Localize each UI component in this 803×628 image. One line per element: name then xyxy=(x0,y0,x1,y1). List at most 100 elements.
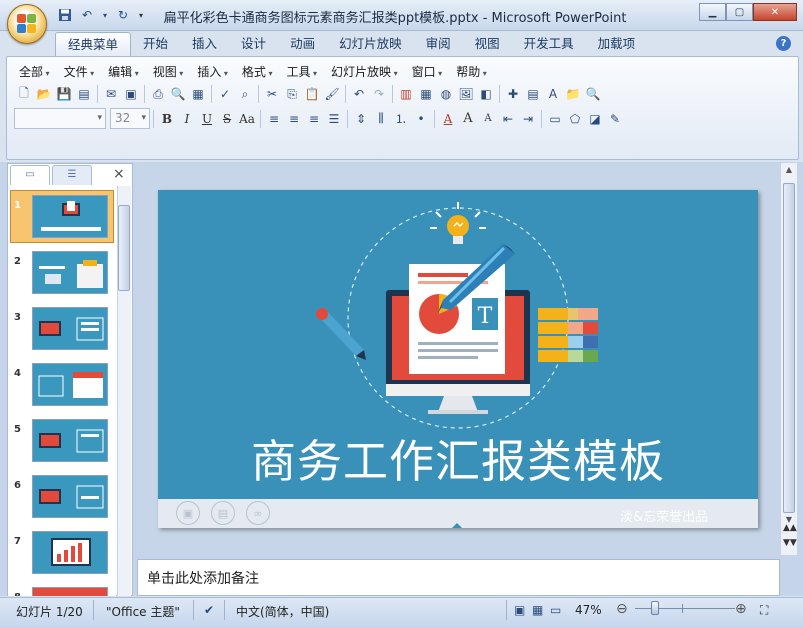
slide-sorter-icon[interactable]: ▦ xyxy=(188,84,208,104)
insert-table-icon[interactable]: ▦ xyxy=(416,84,436,104)
insert-picture-icon[interactable]: 🖼 xyxy=(456,84,476,104)
close-button[interactable]: ✕ xyxy=(753,3,797,21)
save-as-pdf-icon[interactable]: ▤ xyxy=(74,84,94,104)
menu-edit[interactable]: 编辑 xyxy=(103,63,148,83)
help-icon[interactable]: ? xyxy=(776,36,791,51)
open-folder-icon[interactable]: 📁 xyxy=(563,84,583,104)
align-left-icon[interactable]: ≡ xyxy=(264,109,284,129)
language-indicator[interactable]: 中文(简体，中国) xyxy=(236,603,329,620)
shapes-icon[interactable]: ⬠ xyxy=(565,109,585,129)
tab-addins[interactable]: 加载项 xyxy=(586,32,648,56)
shrink-font-icon[interactable]: A xyxy=(478,109,498,129)
spell-check-icon[interactable]: ✔ xyxy=(204,603,214,617)
minimize-button[interactable]: ▁ xyxy=(699,3,726,21)
customize-qat-icon[interactable]: ▾ xyxy=(136,6,146,24)
zoom-slider-thumb[interactable] xyxy=(651,601,659,615)
close-panel-button[interactable]: × xyxy=(113,166,125,182)
slide-thumbnail-8[interactable] xyxy=(32,587,108,596)
cut-icon[interactable]: ✂ xyxy=(262,84,282,104)
slides-tab[interactable]: ▭ xyxy=(10,165,50,185)
normal-view-icon[interactable]: ▣ xyxy=(514,603,525,617)
strikethrough-button[interactable]: S xyxy=(217,109,237,129)
research-icon[interactable]: ⌕ xyxy=(235,84,255,104)
next-slide-icon[interactable]: ▼▼ xyxy=(783,539,797,548)
slide-scroll-thumb[interactable] xyxy=(783,183,795,513)
italic-button[interactable]: I xyxy=(177,109,197,129)
menu-insert[interactable]: 插入 xyxy=(192,63,237,83)
previous-slide-icon[interactable]: ▲▲ xyxy=(783,524,797,533)
tab-slideshow[interactable]: 幻灯片放映 xyxy=(327,32,414,56)
new-document-icon[interactable]: 🗋 xyxy=(14,84,34,104)
increase-indent-icon[interactable]: ⇥ xyxy=(518,109,538,129)
menu-view[interactable]: 视图 xyxy=(148,63,193,83)
insert-clipart-icon[interactable]: ◍ xyxy=(436,84,456,104)
zoom-in-icon[interactable]: ⊕ xyxy=(735,601,747,617)
new-slide-icon[interactable]: ✚ xyxy=(503,84,523,104)
find-icon[interactable]: 🔍 xyxy=(583,84,603,104)
columns-icon[interactable]: ⫼ xyxy=(371,109,391,129)
slideshow-view-icon[interactable]: ▭ xyxy=(550,603,561,617)
tab-classic-menu[interactable]: 经典菜单 xyxy=(55,32,132,56)
slide-thumbnail-3[interactable] xyxy=(32,307,108,350)
redo-icon[interactable]: ↻ xyxy=(114,6,132,24)
align-right-icon[interactable]: ≡ xyxy=(304,109,324,129)
tab-animation[interactable]: 动画 xyxy=(278,32,327,56)
menu-help[interactable]: 帮助 xyxy=(451,63,496,83)
slide-sorter-view-icon[interactable]: ▦ xyxy=(532,603,543,617)
menu-format[interactable]: 格式 xyxy=(237,63,282,83)
menu-tools[interactable]: 工具 xyxy=(281,63,326,83)
bullets-icon[interactable]: • xyxy=(411,109,431,129)
slide-vertical-scrollbar[interactable]: ▲ ▼ ▲▲ ▼▼ xyxy=(780,163,797,555)
menu-slideshow[interactable]: 幻灯片放映 xyxy=(326,63,407,83)
grow-font-icon[interactable]: A xyxy=(458,109,478,129)
slide-thumbnail-1[interactable] xyxy=(32,195,108,238)
font-name-combo[interactable] xyxy=(14,108,106,129)
text-box-icon[interactable]: A xyxy=(543,84,563,104)
notes-placeholder[interactable]: 单击此处添加备注 xyxy=(147,568,259,588)
slide-layout-icon[interactable]: ▤ xyxy=(523,84,543,104)
spelling-icon[interactable]: ✓ xyxy=(215,84,235,104)
tab-review[interactable]: 审阅 xyxy=(414,32,463,56)
format-painter-icon[interactable]: 🖌 xyxy=(322,84,342,104)
font-color-icon[interactable]: A xyxy=(438,109,458,129)
underline-button[interactable]: U xyxy=(197,109,217,129)
menu-file[interactable]: 文件 xyxy=(59,63,104,83)
slide-thumbnail-7[interactable] xyxy=(32,531,108,574)
maximize-button[interactable]: ▢ xyxy=(726,3,753,21)
undo-icon[interactable]: ↶ xyxy=(349,84,369,104)
scroll-up-icon[interactable]: ▲ xyxy=(783,165,795,179)
line-spacing-icon[interactable]: ⇕ xyxy=(351,109,371,129)
change-case-button[interactable]: Aa xyxy=(237,109,257,129)
slide-thumbnail-6[interactable] xyxy=(32,475,108,518)
print-preview-icon[interactable]: 🔍 xyxy=(168,84,188,104)
zoom-out-icon[interactable]: ⊖ xyxy=(616,601,628,617)
decrease-indent-icon[interactable]: ⇤ xyxy=(498,109,518,129)
slide-thumbnail-5[interactable] xyxy=(32,419,108,462)
menu-all[interactable]: 全部 xyxy=(14,63,59,83)
tab-home[interactable]: 开始 xyxy=(131,32,180,56)
thumbnail-scroll-thumb[interactable] xyxy=(118,205,130,291)
print-icon[interactable]: ⎙ xyxy=(148,84,168,104)
numbering-icon[interactable]: ⒈ xyxy=(391,109,411,129)
zoom-slider-track[interactable] xyxy=(635,608,735,609)
color-grayscale-icon[interactable]: ◧ xyxy=(476,84,496,104)
slide-thumbnail-2[interactable] xyxy=(32,251,108,294)
permission-icon[interactable]: ✉ xyxy=(101,84,121,104)
save-icon[interactable]: 💾 xyxy=(54,84,74,104)
menu-window[interactable]: 窗口 xyxy=(407,63,452,83)
paste-icon[interactable]: 📋 xyxy=(302,84,322,104)
publish-icon[interactable]: ▣ xyxy=(121,84,141,104)
bold-button[interactable]: B xyxy=(157,109,177,129)
tab-view[interactable]: 视图 xyxy=(463,32,512,56)
outline-tab[interactable]: ☰ xyxy=(52,165,92,185)
font-size-combo[interactable]: 32 xyxy=(110,108,150,129)
redo-icon[interactable]: ↷ xyxy=(369,84,389,104)
slide-thumbnail-4[interactable] xyxy=(32,363,108,406)
office-button[interactable] xyxy=(7,4,47,44)
fit-to-window-icon[interactable]: ⛶ xyxy=(760,603,768,618)
save-icon[interactable] xyxy=(56,6,74,24)
slide-title[interactable]: 商务工作汇报类模板 xyxy=(158,425,758,490)
justify-icon[interactable]: ☰ xyxy=(324,109,344,129)
undo-icon[interactable]: ↶ xyxy=(78,6,96,24)
arrange-icon[interactable]: ▭ xyxy=(545,109,565,129)
